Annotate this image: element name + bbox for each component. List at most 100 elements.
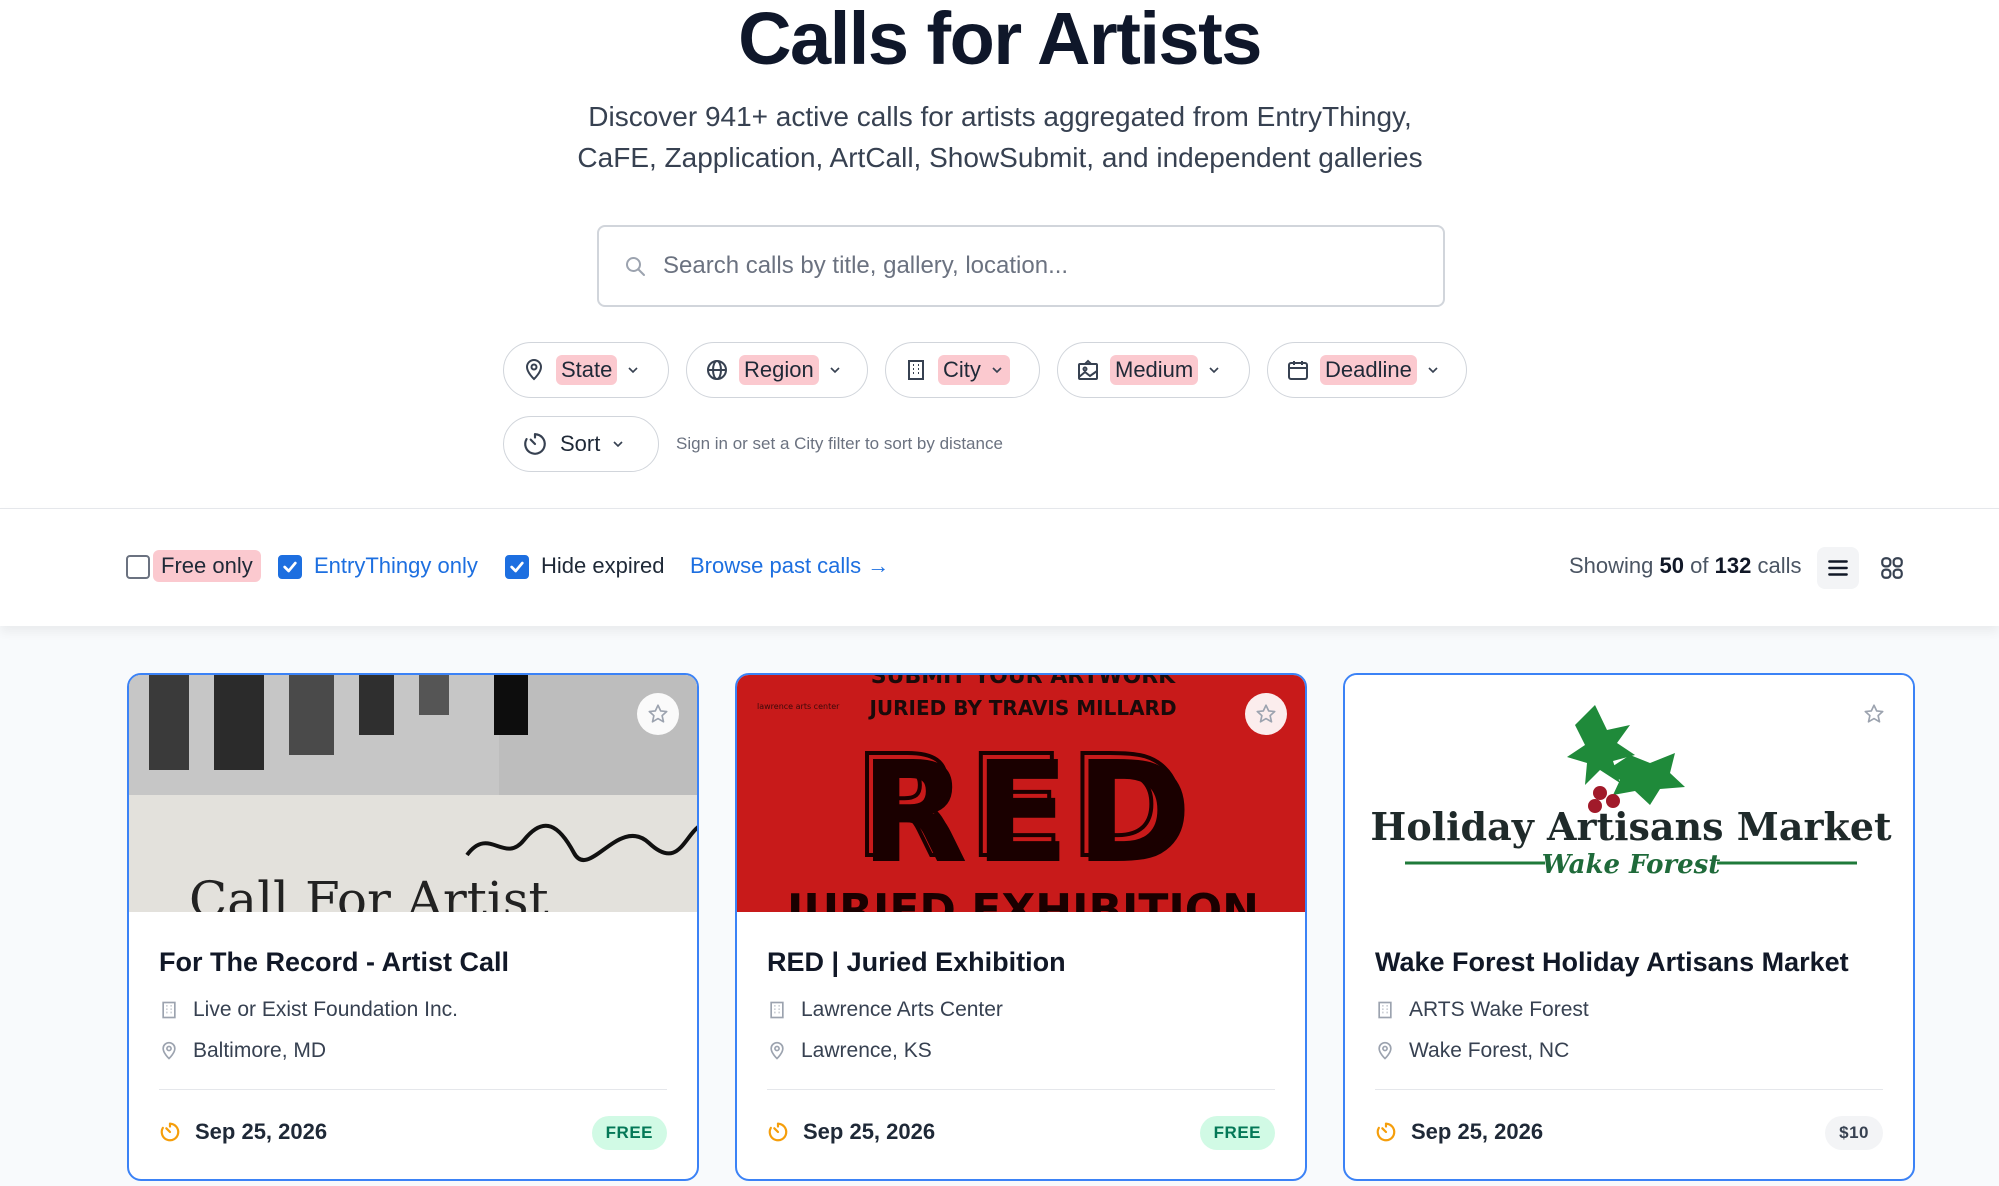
showing-of: of <box>1690 553 1709 578</box>
free-only-checkbox[interactable] <box>126 555 150 579</box>
call-card[interactable]: Call For Artist For The Record - Artist … <box>127 673 699 1181</box>
svg-text:RED: RED <box>854 726 1192 889</box>
call-card[interactable]: SUBMIT YOUR ARTWORK JURIED BY TRAVIS MIL… <box>735 673 1307 1181</box>
page-title: Calls for Artists <box>738 0 1262 80</box>
image-icon <box>1078 359 1098 380</box>
hero-section: Calls for Artists Discover 941+ active c… <box>0 0 1999 508</box>
logo-sub-text: Wake Forest <box>1542 850 1721 880</box>
hide-expired-checkbox[interactable] <box>505 555 529 579</box>
entrythingy-only-label[interactable]: EntryThingy only <box>314 553 478 579</box>
star-icon <box>648 704 668 723</box>
card-organization: Live or Exist Foundation Inc. <box>159 998 458 1022</box>
check-icon <box>283 561 297 573</box>
card-image: Call For Artist <box>129 675 697 912</box>
list-view-button[interactable] <box>1817 547 1859 589</box>
showing-prefix: Showing <box>1569 553 1654 578</box>
results-count: Showing 50 of 132 calls <box>1569 553 1801 579</box>
card-image-text: Call For Artist <box>189 871 549 912</box>
card-divider <box>1375 1089 1883 1090</box>
card-location: Lawrence, KS <box>767 1039 932 1063</box>
holiday-market-logo: Holiday Artisans Market Wake Forest <box>1345 675 1913 912</box>
favorite-button[interactable] <box>637 693 679 735</box>
card-image: SUBMIT YOUR ARTWORK JURIED BY TRAVIS MIL… <box>737 675 1305 912</box>
card-organization-name: ARTS Wake Forest <box>1409 998 1589 1021</box>
chevron-down-icon <box>628 367 638 374</box>
browse-past-calls-link[interactable]: Browse past calls → <box>690 553 889 579</box>
timer-icon <box>1376 1122 1396 1142</box>
card-deadline-date: Sep 25, 2026 <box>803 1119 936 1144</box>
building-icon <box>908 360 924 380</box>
card-title[interactable]: RED | Juried Exhibition <box>767 947 1066 978</box>
filter-state-button[interactable]: State <box>503 342 669 398</box>
card-title[interactable]: Wake Forest Holiday Artisans Market <box>1375 947 1849 978</box>
favorite-button[interactable] <box>1245 693 1287 735</box>
logo-main-text: Holiday Artisans Market <box>1370 804 1892 849</box>
building-icon <box>1378 1001 1392 1019</box>
search-input[interactable] <box>663 252 1423 280</box>
card-deadline: Sep 25, 2026 <box>767 1119 935 1145</box>
filter-medium-button[interactable]: Medium <box>1057 342 1250 398</box>
filter-state-label: State <box>556 355 618 385</box>
star-icon <box>1864 704 1884 723</box>
card-organization: Lawrence Arts Center <box>767 998 1003 1022</box>
card-divider <box>767 1089 1275 1090</box>
filter-region-button[interactable]: Region <box>686 342 868 398</box>
search-box[interactable] <box>597 225 1445 307</box>
sort-label: Sort <box>560 431 601 456</box>
chevron-down-icon <box>1209 367 1219 374</box>
card-location-text: Baltimore, MD <box>193 1039 327 1062</box>
card-location: Wake Forest, NC <box>1375 1039 1569 1063</box>
card-image: Holiday Artisans Market Wake Forest <box>1345 675 1913 912</box>
card-deadline-date: Sep 25, 2026 <box>195 1119 328 1144</box>
grid-icon <box>1881 557 1903 579</box>
showing-suffix: calls <box>1757 553 1802 578</box>
poster-logo-text: lawrence arts center <box>757 702 840 711</box>
free-only-label[interactable]: Free only <box>153 550 261 582</box>
entrythingy-only-checkbox[interactable] <box>278 555 302 579</box>
card-deadline-date: Sep 25, 2026 <box>1411 1119 1544 1144</box>
red-poster-image: SUBMIT YOUR ARTWORK JURIED BY TRAVIS MIL… <box>737 675 1305 912</box>
filter-city-button[interactable]: City <box>885 342 1040 398</box>
list-icon <box>1828 560 1848 576</box>
filter-region-label: Region <box>739 355 819 385</box>
calendar-icon <box>1288 361 1308 380</box>
price-badge: FREE <box>591 1116 667 1150</box>
card-organization-name: Lawrence Arts Center <box>801 998 1003 1021</box>
check-icon <box>510 561 524 573</box>
building-icon <box>162 1001 176 1019</box>
card-location-text: Lawrence, KS <box>801 1039 932 1062</box>
card-organization: ARTS Wake Forest <box>1375 998 1589 1022</box>
poster-juror-text: JURIED BY TRAVIS MILLARD <box>867 696 1176 720</box>
map-pin-icon <box>162 1041 176 1060</box>
grid-view-button[interactable] <box>1871 547 1913 589</box>
card-organization-name: Live or Exist Foundation Inc. <box>193 998 458 1021</box>
chevron-down-icon <box>1428 367 1438 374</box>
map-pin-icon <box>525 359 543 381</box>
timer-icon <box>524 433 546 455</box>
sort-button[interactable]: Sort <box>503 416 659 472</box>
map-pin-icon <box>770 1041 784 1060</box>
card-location-text: Wake Forest, NC <box>1409 1039 1570 1062</box>
filter-deadline-button[interactable]: Deadline <box>1267 342 1467 398</box>
favorite-button[interactable] <box>1853 693 1895 735</box>
card-deadline: Sep 25, 2026 <box>159 1119 327 1145</box>
filter-city-label: City <box>938 355 1010 385</box>
card-divider <box>159 1089 667 1090</box>
search-icon <box>626 257 645 276</box>
showing-total: 132 <box>1714 553 1752 578</box>
sort-hint: Sign in or set a City filter to sort by … <box>676 434 1003 453</box>
globe-icon <box>707 360 727 380</box>
map-pin-icon <box>1378 1041 1392 1060</box>
results-toolbar: Free only EntryThingy only Hide expired … <box>0 508 1999 626</box>
hide-expired-label[interactable]: Hide expired <box>541 553 665 579</box>
card-deadline: Sep 25, 2026 <box>1375 1119 1543 1145</box>
chevron-down-icon <box>830 367 840 374</box>
price-badge: FREE <box>1199 1116 1275 1150</box>
card-location: Baltimore, MD <box>159 1039 326 1063</box>
card-title[interactable]: For The Record - Artist Call <box>159 947 509 978</box>
chevron-down-icon <box>992 367 1002 374</box>
poster-top-text: SUBMIT YOUR ARTWORK <box>871 675 1176 689</box>
price-badge: $10 <box>1825 1116 1883 1150</box>
call-card[interactable]: Holiday Artisans Market Wake Forest Wake… <box>1343 673 1915 1181</box>
timer-icon <box>160 1122 180 1142</box>
